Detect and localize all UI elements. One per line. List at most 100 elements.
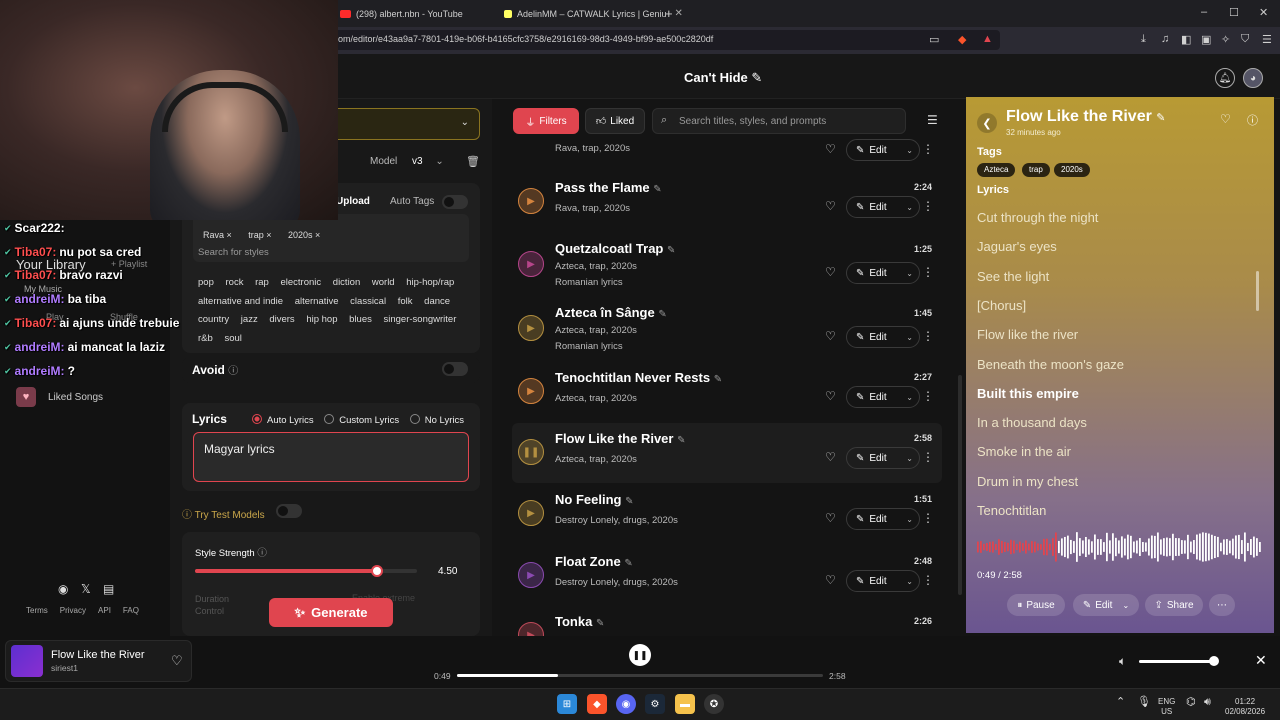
style-suggestion[interactable]: alternative and indie: [198, 296, 283, 307]
close-player-icon[interactable]: ✕: [1255, 652, 1267, 669]
new-tab-button[interactable]: +: [665, 4, 673, 23]
more-icon[interactable]: ⋮: [922, 573, 934, 587]
play-icon[interactable]: ▶: [518, 500, 544, 526]
page-title[interactable]: Can't Hide ✎: [684, 70, 762, 86]
edit-button[interactable]: ✎ Edit ⌄: [846, 508, 920, 530]
minimize-button[interactable]: –: [1201, 6, 1207, 18]
song-title[interactable]: Tonka ✎: [555, 614, 604, 629]
lyrics-scrollbar[interactable]: [1256, 271, 1259, 311]
play-icon[interactable]: ▶: [518, 188, 544, 214]
heart-icon[interactable]: ♡: [825, 573, 836, 587]
faq-link[interactable]: FAQ: [123, 606, 139, 615]
info-icon[interactable]: ⓘ: [182, 510, 192, 521]
edit-button[interactable]: ✎ Edit ⌄: [846, 139, 920, 161]
style-suggestion[interactable]: country: [198, 314, 229, 325]
tab-youtube[interactable]: (298) albert.nbn - YouTube: [340, 4, 463, 23]
download-icon[interactable]: ⤓: [1141, 33, 1146, 46]
filters-button[interactable]: ⏚ Filters: [513, 108, 579, 134]
style-suggestion[interactable]: rock: [226, 277, 244, 288]
privacy-link[interactable]: Privacy: [60, 606, 86, 615]
tag-chip[interactable]: trap: [1022, 163, 1050, 177]
more-icon[interactable]: ⋮: [922, 265, 934, 279]
discord-icon[interactable]: ◉: [58, 582, 68, 596]
pencil-icon[interactable]: ✎: [1156, 112, 1165, 124]
clock[interactable]: 01:22 02/08/2026: [1225, 697, 1265, 717]
edit-button[interactable]: ✎ Edit ⌄: [846, 447, 920, 469]
workspace-select[interactable]: ⌄: [330, 108, 480, 140]
volume-handle[interactable]: [1209, 656, 1219, 666]
edit-button[interactable]: ✎ Edit ⌄: [846, 196, 920, 218]
song-row[interactable]: ▶ Float Zone ✎ Destroy Lonely, drugs, 2020…: [512, 546, 942, 606]
style-suggestion[interactable]: electronic: [280, 277, 321, 288]
pencil-icon[interactable]: ✎: [653, 184, 661, 195]
song-row[interactable]: ▶ Tenochtitlan Never Rests ✎ Azteca, trap,…: [512, 362, 942, 422]
more-icon[interactable]: ⋮: [922, 450, 934, 464]
api-link[interactable]: API: [98, 606, 111, 615]
more-icon[interactable]: ⋮: [922, 142, 934, 156]
style-chip[interactable]: trap ×: [248, 230, 271, 240]
song-title[interactable]: Float Zone ✎: [555, 554, 633, 569]
heart-icon[interactable]: ♡: [825, 142, 836, 156]
radio-no-lyrics[interactable]: No Lyrics: [409, 414, 464, 426]
info-icon[interactable]: ⓘ: [257, 548, 267, 559]
menu-icon[interactable]: ☰: [1262, 33, 1272, 46]
song-row[interactable]: ▶ Azteca în Sânge ✎ Azteca, trap, 2020s Rom…: [512, 298, 942, 358]
sidebar-icon[interactable]: ◧: [1181, 33, 1191, 46]
style-suggestion[interactable]: classical: [350, 296, 386, 307]
document-icon[interactable]: ▤: [103, 582, 114, 596]
pencil-icon[interactable]: ✎: [625, 496, 633, 507]
song-search-input[interactable]: ⌕ Search titles, styles, and prompts: [652, 108, 906, 134]
speaker-icon[interactable]: 🔊︎: [1204, 697, 1211, 708]
lyrics-textarea[interactable]: Magyar lyrics: [193, 432, 469, 482]
sidebar-item-liked-songs[interactable]: ♥ Liked Songs: [16, 387, 103, 407]
edit-button[interactable]: ✎ Edit ⌄: [846, 570, 920, 592]
progress-bar[interactable]: [457, 674, 823, 677]
song-row[interactable]: ▶ No Feeling ✎ Destroy Lonely, drugs, 2020…: [512, 484, 942, 544]
maximize-button[interactable]: ☐: [1229, 6, 1239, 19]
play-icon[interactable]: ▶: [518, 251, 544, 277]
style-suggestion[interactable]: blues: [349, 314, 372, 325]
style-suggestion[interactable]: hip-hop/rap: [406, 277, 454, 288]
heart-icon[interactable]: ♡: [1220, 112, 1231, 126]
vpn-icon[interactable]: ⛉: [1241, 33, 1249, 46]
heart-icon[interactable]: ♡: [825, 199, 836, 213]
style-suggestion[interactable]: soul: [224, 333, 241, 344]
more-options-button[interactable]: ⋯: [1209, 594, 1235, 616]
style-suggestion[interactable]: r&b: [198, 333, 213, 344]
pencil-icon[interactable]: ✎: [677, 435, 685, 446]
close-window-button[interactable]: ✕: [1259, 6, 1268, 19]
wallet-icon[interactable]: ▣: [1201, 33, 1211, 46]
style-suggestion[interactable]: world: [372, 277, 395, 288]
test-models-toggle[interactable]: [276, 504, 302, 518]
microphone-icon[interactable]: 🎙︎: [1137, 697, 1151, 708]
language-indicator[interactable]: ENG US: [1158, 697, 1175, 717]
pause-button[interactable]: ⏸︎ Pause: [1007, 594, 1065, 616]
song-row[interactable]: ❚❚ Flow Like the River ✎ Azteca, trap, 202…: [512, 423, 942, 483]
song-title[interactable]: Flow Like the River ✎: [555, 431, 686, 446]
style-chip[interactable]: 2020s ×: [288, 230, 320, 240]
ai-icon[interactable]: ✧: [1221, 33, 1230, 46]
more-icon[interactable]: ⋮: [922, 329, 934, 343]
volume-icon[interactable]: 🔈︎: [1119, 654, 1126, 669]
song-row[interactable]: ▶ Pass the Flame ✎ Rava, trap, 2020s 2:24 ♡ ✎…: [512, 172, 942, 232]
steam-icon[interactable]: ⚙: [645, 694, 665, 714]
song-title[interactable]: Tenochtitlan Never Rests ✎: [555, 370, 722, 385]
avoid-toggle[interactable]: [442, 362, 468, 376]
rewards-icon[interactable]: ▲: [982, 33, 993, 45]
style-suggestion[interactable]: divers: [269, 314, 294, 325]
play-pause-button[interactable]: ❚❚: [629, 644, 651, 666]
tag-chip[interactable]: Azteca: [977, 163, 1016, 177]
folder-icon[interactable]: ▬: [675, 694, 695, 714]
song-title[interactable]: Pass the Flame ✎: [555, 180, 662, 195]
style-suggestion[interactable]: dance: [424, 296, 450, 307]
style-chip[interactable]: Rava ×: [203, 230, 232, 240]
heart-icon[interactable]: ♡: [825, 389, 836, 403]
pencil-icon[interactable]: ✎: [667, 245, 675, 256]
slider-handle[interactable]: [371, 565, 384, 577]
pencil-icon[interactable]: ✎: [624, 558, 632, 569]
style-suggestion[interactable]: rap: [255, 277, 269, 288]
style-suggestion[interactable]: diction: [333, 277, 360, 288]
notification-icon[interactable]: 🔔︎: [1215, 68, 1235, 88]
trash-icon[interactable]: 🗑︎: [466, 155, 480, 168]
app-icon[interactable]: ✪: [704, 694, 724, 714]
